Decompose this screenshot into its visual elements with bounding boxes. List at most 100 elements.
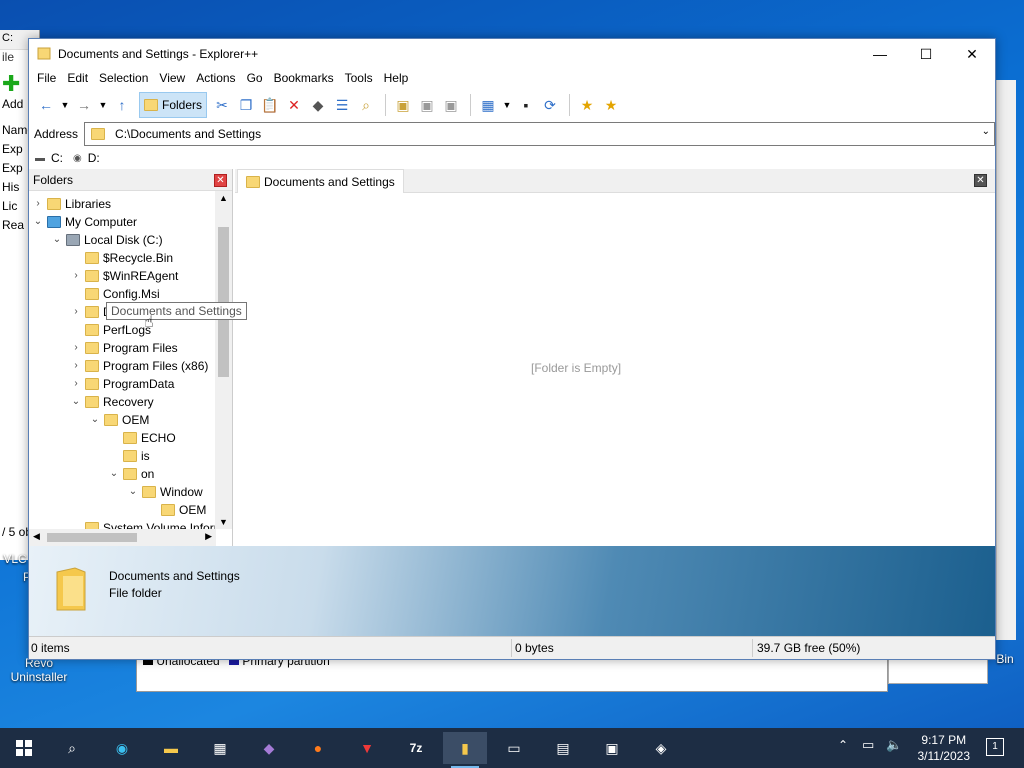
up-icon[interactable]: ↑	[111, 94, 133, 116]
notepad-icon[interactable]: ▣	[590, 732, 634, 764]
menu-file[interactable]: File	[33, 69, 60, 89]
chevron-right-icon[interactable]: ›	[71, 357, 81, 375]
task-manager-icon[interactable]: ▤	[541, 732, 585, 764]
tree-item[interactable]: › Program Files	[71, 339, 177, 357]
scroll-right-icon[interactable]: ▶	[205, 531, 212, 542]
chevron-down-icon[interactable]: ⌄	[33, 213, 43, 231]
file-explorer-icon[interactable]: ▬	[149, 732, 193, 764]
drive-d[interactable]: ◉ D:	[73, 151, 100, 165]
tree-item[interactable]: ⌄ on	[109, 465, 155, 483]
tree-item-label: System Volume Information	[85, 521, 216, 529]
back-dropdown-icon[interactable]: ▼	[59, 94, 71, 116]
tree-item[interactable]: › Libraries	[33, 195, 111, 213]
add-bookmark-icon[interactable]: ★	[576, 94, 598, 116]
tree-vertical-scrollbar[interactable]: ▲ ▼	[215, 191, 232, 529]
chevron-down-icon[interactable]: ⌄	[128, 483, 138, 501]
tree-item[interactable]: is	[109, 447, 150, 465]
menu-bookmarks[interactable]: Bookmarks	[270, 69, 338, 89]
menu-actions[interactable]: Actions	[192, 69, 239, 89]
forward-dropdown-icon[interactable]: ▼	[97, 94, 109, 116]
firefox-icon[interactable]: ●	[296, 732, 340, 764]
show-hidden-icons-icon[interactable]: ⌃	[838, 738, 848, 752]
volume-icon[interactable]: 🔈	[886, 737, 902, 753]
tree-item[interactable]: Config.Msi	[71, 285, 160, 303]
menu-go[interactable]: Go	[243, 69, 267, 89]
refresh-icon[interactable]: ⟳	[539, 94, 561, 116]
tree-item[interactable]: ⌄ OEM	[90, 411, 150, 429]
close-button[interactable]: ✕	[949, 39, 995, 69]
search-icon[interactable]: ⌕	[50, 732, 94, 764]
desktop-icon-revo[interactable]: Revo Uninstaller	[4, 656, 74, 684]
visual-studio-icon[interactable]: ◆	[247, 732, 291, 764]
scroll-down-icon[interactable]: ▼	[219, 517, 228, 527]
tree-item[interactable]: ECHO	[109, 429, 176, 447]
tree-item[interactable]: $Recycle.Bin	[71, 249, 173, 267]
menu-selection[interactable]: Selection	[95, 69, 152, 89]
tab-documents-and-settings[interactable]: Documents and Settings	[237, 169, 404, 193]
network-icon[interactable]: ▭	[862, 737, 874, 753]
move-to-folder-icon[interactable]: ▣	[416, 94, 438, 116]
clock[interactable]: 9:17 PM 3/11/2023	[918, 732, 971, 764]
tree-item[interactable]: › ProgramData	[71, 375, 174, 393]
copy-to-folder-icon[interactable]: ▣	[392, 94, 414, 116]
copy-icon[interactable]: ❐	[235, 94, 257, 116]
back-icon[interactable]: ←	[35, 94, 57, 116]
chevron-down-icon[interactable]: ⌄	[71, 393, 81, 411]
forward-icon[interactable]: →	[73, 94, 95, 116]
tree-item[interactable]: ⌄ Recovery	[71, 393, 154, 411]
properties-icon[interactable]: ☰	[331, 94, 353, 116]
start-button[interactable]	[2, 732, 46, 764]
notification-center-icon[interactable]: 1	[986, 738, 1004, 756]
new-folder-icon[interactable]: ▣	[440, 94, 462, 116]
chevron-down-icon[interactable]: ⌄	[52, 231, 62, 249]
paste-icon[interactable]: 📋	[259, 94, 281, 116]
7zip-icon[interactable]: 7z	[394, 732, 438, 764]
file-list[interactable]: [Folder is Empty]	[235, 193, 995, 546]
views-icon[interactable]: ▦	[477, 94, 499, 116]
menu-help[interactable]: Help	[380, 69, 413, 89]
scroll-up-icon[interactable]: ▲	[219, 193, 228, 203]
tree-item[interactable]: OEM	[147, 501, 206, 519]
chevron-right-icon[interactable]: ›	[71, 339, 81, 357]
chevron-right-icon[interactable]: ›	[71, 267, 81, 285]
chevron-right-icon[interactable]: ›	[71, 375, 81, 393]
delete-permanently-icon[interactable]: ◆	[307, 94, 329, 116]
tree-item[interactable]: › Program Files (x86)	[71, 357, 208, 375]
maximize-button[interactable]: ☐	[903, 39, 949, 69]
tree-horizontal-scrollbar[interactable]: ◀ ▶	[29, 529, 216, 546]
minimize-button[interactable]: —	[857, 39, 903, 69]
chevron-down-icon[interactable]: ⌄	[90, 411, 100, 429]
vivaldi-icon[interactable]: ▼	[345, 732, 389, 764]
delete-icon[interactable]: ✕	[283, 94, 305, 116]
tree-item[interactable]: PerfLogs	[71, 321, 151, 339]
scrollbar-thumb[interactable]	[47, 533, 137, 542]
close-tab-button[interactable]: ✕	[974, 174, 987, 187]
menu-edit[interactable]: Edit	[63, 69, 92, 89]
bookmarks-icon[interactable]: ★	[600, 94, 622, 116]
drive-c[interactable]: ▬ C:	[35, 151, 63, 165]
tree-item[interactable]: ⌄ My Computer	[33, 213, 137, 231]
title-bar[interactable]: Documents and Settings - Explorer++ — ☐ …	[29, 39, 995, 69]
tree-item[interactable]: System Volume Information	[71, 519, 216, 529]
scroll-left-icon[interactable]: ◀	[33, 531, 40, 542]
chevron-right-icon[interactable]: ›	[33, 195, 43, 213]
folders-button[interactable]: Folders	[139, 92, 208, 118]
edge-icon[interactable]: ◉	[100, 732, 144, 764]
cut-icon[interactable]: ✂	[211, 94, 233, 116]
chevron-down-icon[interactable]: ⌄	[982, 126, 990, 137]
tree-item[interactable]: ⌄ Window	[128, 483, 203, 501]
menu-view[interactable]: View	[155, 69, 189, 89]
tree-item[interactable]: ⌄ Local Disk (C:)	[52, 231, 163, 249]
chevron-down-icon[interactable]: ⌄	[109, 465, 119, 483]
command-prompt-icon[interactable]: ▪	[515, 94, 537, 116]
address-input[interactable]: C:\Documents and Settings ⌄	[84, 122, 995, 146]
store-icon[interactable]: ▦	[198, 732, 242, 764]
chevron-right-icon[interactable]: ›	[71, 303, 81, 321]
command-prompt-icon[interactable]: ▭	[492, 732, 536, 764]
tree-item[interactable]: › $WinREAgent	[71, 267, 178, 285]
search-icon[interactable]: ⌕	[355, 94, 377, 116]
explorerpp-icon[interactable]: ▮	[443, 732, 487, 768]
menu-tools[interactable]: Tools	[341, 69, 377, 89]
disk-management-icon[interactable]: ◈	[639, 732, 683, 764]
views-dropdown-icon[interactable]: ▼	[501, 94, 513, 116]
